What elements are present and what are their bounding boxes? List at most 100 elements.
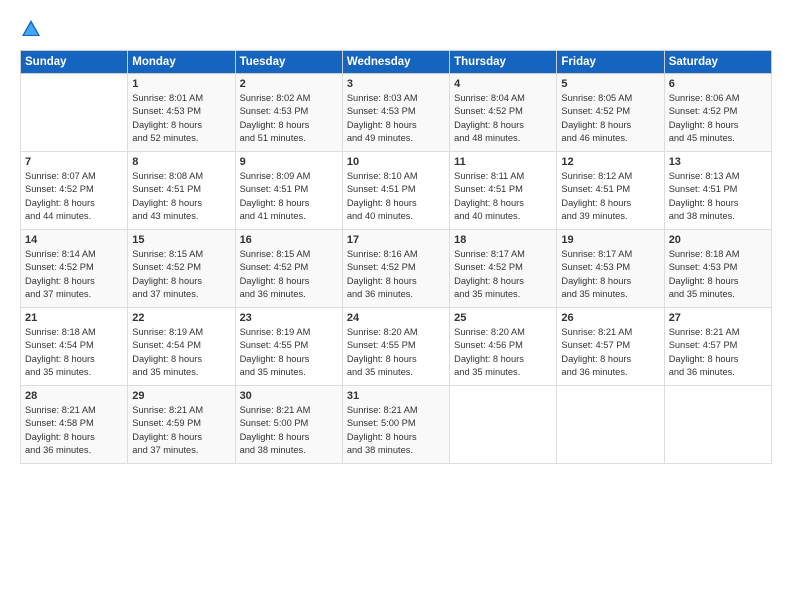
day-number: 1: [132, 78, 230, 90]
week-row-3: 14 Sunrise: 8:14 AMSunset: 4:52 PMDayligh…: [21, 230, 772, 308]
cell-1-7: 6Sunrise: 8:06 AMSunset: 4:52 PMDaylight…: [664, 74, 771, 152]
logo: [20, 18, 46, 40]
cell-2-6: 12 Sunrise: 8:12 AMSunset: 4:51 PMDayligh…: [557, 152, 664, 230]
cell-1-6: 5 Sunrise: 8:05 AMSunset: 4:52 PMDaylight…: [557, 74, 664, 152]
cell-5-1: 28 Sunrise: 8:21 AMSunset: 4:58 PMDayligh…: [21, 386, 128, 464]
cell-3-2: 15 Sunrise: 8:15 AMSunset: 4:52 PMDayligh…: [128, 230, 235, 308]
cell-4-3: 23 Sunrise: 8:19 AMSunset: 4:55 PMDayligh…: [235, 308, 342, 386]
cell-info: Sunrise: 8:04 AMSunset: 4:52 PMDaylight:…: [454, 92, 552, 146]
cell-info: Sunrise: 8:21 AMSunset: 4:58 PMDaylight:…: [25, 404, 123, 458]
header-row: SundayMondayTuesdayWednesdayThursdayFrid…: [21, 51, 772, 74]
cell-5-3: 30 Sunrise: 8:21 AMSunset: 5:00 PMDayligh…: [235, 386, 342, 464]
col-header-friday: Friday: [557, 51, 664, 74]
day-number: 3: [347, 78, 445, 90]
cell-info: Sunrise: 8:20 AMSunset: 4:55 PMDaylight:…: [347, 326, 445, 380]
week-row-1: 1 Sunrise: 8:01 AMSunset: 4:53 PMDaylight…: [21, 74, 772, 152]
day-number: 8: [132, 156, 230, 168]
day-number: 7: [25, 156, 123, 168]
cell-1-3: 2 Sunrise: 8:02 AMSunset: 4:53 PMDaylight…: [235, 74, 342, 152]
day-number: 29: [132, 390, 230, 402]
cell-info: Sunrise: 8:07 AMSunset: 4:52 PMDaylight:…: [25, 170, 123, 224]
week-row-2: 7 Sunrise: 8:07 AMSunset: 4:52 PMDaylight…: [21, 152, 772, 230]
cell-1-1: [21, 74, 128, 152]
logo-icon: [20, 18, 42, 40]
cell-5-4: 31Sunrise: 8:21 AMSunset: 5:00 PMDayligh…: [342, 386, 449, 464]
cell-info: Sunrise: 8:14 AMSunset: 4:52 PMDaylight:…: [25, 248, 123, 302]
cell-5-5: [450, 386, 557, 464]
cell-info: Sunrise: 8:21 AMSunset: 4:57 PMDaylight:…: [561, 326, 659, 380]
cell-info: Sunrise: 8:17 AMSunset: 4:53 PMDaylight:…: [561, 248, 659, 302]
cell-info: Sunrise: 8:12 AMSunset: 4:51 PMDaylight:…: [561, 170, 659, 224]
cell-info: Sunrise: 8:06 AMSunset: 4:52 PMDaylight:…: [669, 92, 767, 146]
cell-3-5: 18Sunrise: 8:17 AMSunset: 4:52 PMDayligh…: [450, 230, 557, 308]
cell-4-5: 25 Sunrise: 8:20 AMSunset: 4:56 PMDayligh…: [450, 308, 557, 386]
cell-5-6: [557, 386, 664, 464]
day-number: 19: [561, 234, 659, 246]
day-number: 23: [240, 312, 338, 324]
cell-info: Sunrise: 8:02 AMSunset: 4:53 PMDaylight:…: [240, 92, 338, 146]
cell-4-1: 21 Sunrise: 8:18 AMSunset: 4:54 PMDayligh…: [21, 308, 128, 386]
cell-4-2: 22 Sunrise: 8:19 AMSunset: 4:54 PMDayligh…: [128, 308, 235, 386]
day-number: 31: [347, 390, 445, 402]
cell-1-5: 4 Sunrise: 8:04 AMSunset: 4:52 PMDaylight…: [450, 74, 557, 152]
day-number: 17: [347, 234, 445, 246]
cell-3-4: 17 Sunrise: 8:16 AMSunset: 4:52 PMDayligh…: [342, 230, 449, 308]
col-header-monday: Monday: [128, 51, 235, 74]
cell-info: Sunrise: 8:16 AMSunset: 4:52 PMDaylight:…: [347, 248, 445, 302]
cell-5-2: 29 Sunrise: 8:21 AMSunset: 4:59 PMDayligh…: [128, 386, 235, 464]
cell-info: Sunrise: 8:11 AMSunset: 4:51 PMDaylight:…: [454, 170, 552, 224]
cell-4-7: 27Sunrise: 8:21 AMSunset: 4:57 PMDayligh…: [664, 308, 771, 386]
cell-3-1: 14 Sunrise: 8:14 AMSunset: 4:52 PMDayligh…: [21, 230, 128, 308]
col-header-sunday: Sunday: [21, 51, 128, 74]
week-row-4: 21 Sunrise: 8:18 AMSunset: 4:54 PMDayligh…: [21, 308, 772, 386]
day-number: 12: [561, 156, 659, 168]
col-header-saturday: Saturday: [664, 51, 771, 74]
day-number: 11: [454, 156, 552, 168]
day-number: 2: [240, 78, 338, 90]
cell-info: Sunrise: 8:15 AMSunset: 4:52 PMDaylight:…: [132, 248, 230, 302]
cell-1-2: 1 Sunrise: 8:01 AMSunset: 4:53 PMDaylight…: [128, 74, 235, 152]
page: SundayMondayTuesdayWednesdayThursdayFrid…: [0, 0, 792, 612]
cell-info: Sunrise: 8:21 AMSunset: 4:59 PMDaylight:…: [132, 404, 230, 458]
cell-info: Sunrise: 8:13 AMSunset: 4:51 PMDaylight:…: [669, 170, 767, 224]
cell-info: Sunrise: 8:20 AMSunset: 4:56 PMDaylight:…: [454, 326, 552, 380]
col-header-thursday: Thursday: [450, 51, 557, 74]
day-number: 20: [669, 234, 767, 246]
cell-2-7: 13Sunrise: 8:13 AMSunset: 4:51 PMDayligh…: [664, 152, 771, 230]
cell-info: Sunrise: 8:01 AMSunset: 4:53 PMDaylight:…: [132, 92, 230, 146]
cell-2-5: 11 Sunrise: 8:11 AMSunset: 4:51 PMDayligh…: [450, 152, 557, 230]
day-number: 24: [347, 312, 445, 324]
day-number: 28: [25, 390, 123, 402]
cell-info: Sunrise: 8:18 AMSunset: 4:54 PMDaylight:…: [25, 326, 123, 380]
cell-2-2: 8 Sunrise: 8:08 AMSunset: 4:51 PMDaylight…: [128, 152, 235, 230]
day-number: 4: [454, 78, 552, 90]
day-number: 26: [561, 312, 659, 324]
cell-info: Sunrise: 8:21 AMSunset: 5:00 PMDaylight:…: [240, 404, 338, 458]
cell-5-7: [664, 386, 771, 464]
cell-2-3: 9Sunrise: 8:09 AMSunset: 4:51 PMDaylight…: [235, 152, 342, 230]
day-number: 21: [25, 312, 123, 324]
col-header-tuesday: Tuesday: [235, 51, 342, 74]
cell-3-7: 20Sunrise: 8:18 AMSunset: 4:53 PMDayligh…: [664, 230, 771, 308]
calendar-table: SundayMondayTuesdayWednesdayThursdayFrid…: [20, 50, 772, 464]
day-number: 25: [454, 312, 552, 324]
day-number: 5: [561, 78, 659, 90]
cell-4-6: 26 Sunrise: 8:21 AMSunset: 4:57 PMDayligh…: [557, 308, 664, 386]
week-row-5: 28 Sunrise: 8:21 AMSunset: 4:58 PMDayligh…: [21, 386, 772, 464]
cell-info: Sunrise: 8:09 AMSunset: 4:51 PMDaylight:…: [240, 170, 338, 224]
day-number: 15: [132, 234, 230, 246]
day-number: 30: [240, 390, 338, 402]
cell-info: Sunrise: 8:05 AMSunset: 4:52 PMDaylight:…: [561, 92, 659, 146]
cell-info: Sunrise: 8:19 AMSunset: 4:55 PMDaylight:…: [240, 326, 338, 380]
cell-info: Sunrise: 8:17 AMSunset: 4:52 PMDaylight:…: [454, 248, 552, 302]
cell-3-3: 16Sunrise: 8:15 AMSunset: 4:52 PMDayligh…: [235, 230, 342, 308]
header: [20, 18, 772, 40]
cell-info: Sunrise: 8:19 AMSunset: 4:54 PMDaylight:…: [132, 326, 230, 380]
cell-4-4: 24 Sunrise: 8:20 AMSunset: 4:55 PMDayligh…: [342, 308, 449, 386]
cell-1-4: 3Sunrise: 8:03 AMSunset: 4:53 PMDaylight…: [342, 74, 449, 152]
day-number: 14: [25, 234, 123, 246]
cell-info: Sunrise: 8:15 AMSunset: 4:52 PMDaylight:…: [240, 248, 338, 302]
cell-info: Sunrise: 8:08 AMSunset: 4:51 PMDaylight:…: [132, 170, 230, 224]
day-number: 10: [347, 156, 445, 168]
day-number: 22: [132, 312, 230, 324]
